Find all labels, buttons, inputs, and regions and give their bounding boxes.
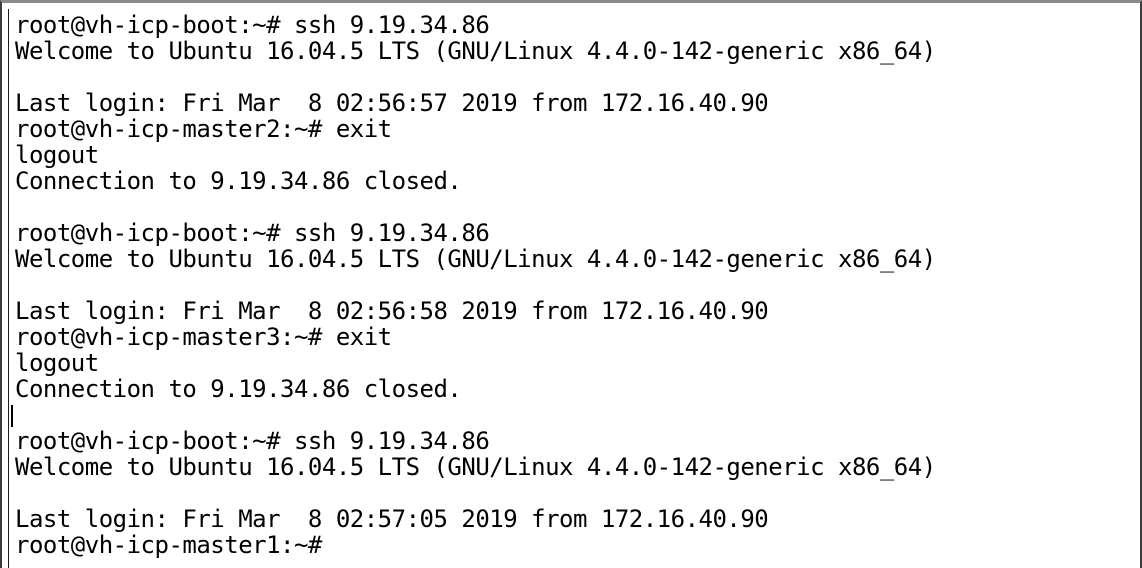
- terminal-line: Welcome to Ubuntu 16.04.5 LTS (GNU/Linux…: [15, 245, 936, 273]
- terminal-line: root@vh-icp-boot:~# ssh 9.19.34.86: [15, 427, 490, 455]
- terminal-line: root@vh-icp-master2:~# exit: [15, 115, 392, 143]
- terminal-lines: root@vh-icp-boot:~# ssh 9.19.34.86 Welco…: [11, 11, 936, 559]
- terminal-line: Welcome to Ubuntu 16.04.5 LTS (GNU/Linux…: [15, 453, 936, 481]
- terminal-line: root@vh-icp-master3:~# exit: [15, 323, 392, 351]
- terminal-line-with-cursor: [11, 402, 936, 428]
- terminal-line: Connection to 9.19.34.86 closed.: [15, 375, 462, 403]
- terminal-line: Last login: Fri Mar 8 02:56:57 2019 from…: [15, 89, 769, 117]
- terminal-output-area[interactable]: root@vh-icp-boot:~# ssh 9.19.34.86 Welco…: [8, 9, 1134, 568]
- terminal-cursor: [11, 405, 13, 427]
- terminal-line: logout: [15, 141, 99, 169]
- terminal-line: root@vh-icp-boot:~# ssh 9.19.34.86: [15, 219, 490, 247]
- terminal-prompt-line: root@vh-icp-master1:~#: [15, 531, 336, 559]
- terminal-line: Welcome to Ubuntu 16.04.5 LTS (GNU/Linux…: [15, 37, 936, 65]
- terminal-line: logout: [15, 349, 99, 377]
- terminal-line: Last login: Fri Mar 8 02:57:05 2019 from…: [15, 505, 769, 533]
- terminal-line: Last login: Fri Mar 8 02:56:58 2019 from…: [15, 297, 769, 325]
- terminal-window: root@vh-icp-boot:~# ssh 9.19.34.86 Welco…: [0, 0, 1142, 568]
- terminal-line: Connection to 9.19.34.86 closed.: [15, 167, 462, 195]
- terminal-line: root@vh-icp-boot:~# ssh 9.19.34.86: [15, 11, 490, 39]
